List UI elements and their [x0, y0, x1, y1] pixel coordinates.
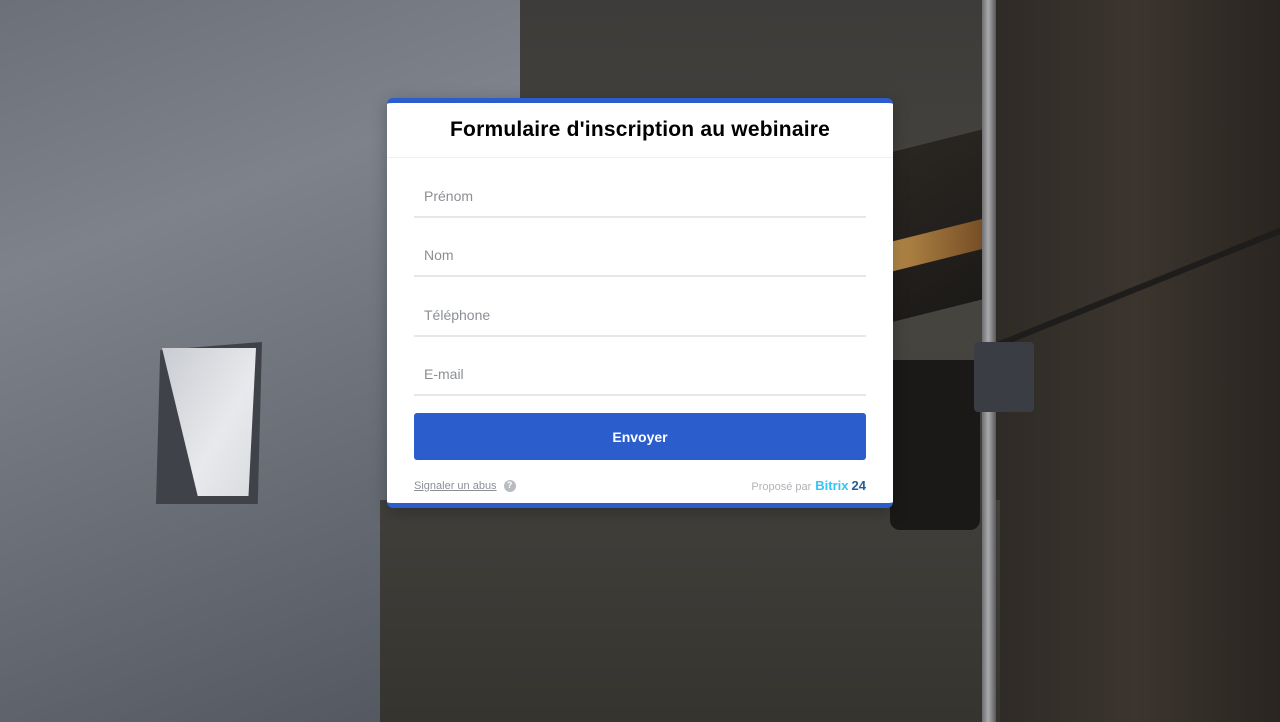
question-mark-icon[interactable]: ?: [503, 479, 516, 492]
bitrix24-logo[interactable]: Bitrix 24: [815, 478, 866, 493]
background-clamp: [974, 342, 1034, 412]
powered-by-label: Proposé par: [751, 481, 812, 493]
report-abuse: Signaler un abus ?: [414, 479, 516, 492]
registration-form-card: Formulaire d'inscription au webinaire En…: [387, 98, 893, 508]
brand-number: 24: [851, 478, 866, 493]
phone-input[interactable]: [414, 277, 866, 335]
form-header: Formulaire d'inscription au webinaire: [387, 103, 893, 158]
last-name-field: [414, 217, 866, 277]
email-field: [414, 336, 866, 396]
first-name-field: [414, 158, 866, 218]
background-slab: [380, 500, 1000, 722]
last-name-input[interactable]: [414, 217, 866, 275]
form-footer: Signaler un abus ? Proposé par Bitrix 24: [387, 478, 893, 493]
powered-by: Proposé par Bitrix 24: [751, 478, 866, 493]
phone-field: [414, 277, 866, 337]
brand-name: Bitrix: [815, 478, 849, 493]
first-name-input[interactable]: [414, 158, 866, 216]
email-input[interactable]: [414, 336, 866, 394]
form-title: Formulaire d'inscription au webinaire: [450, 118, 830, 141]
background-lamp-body: [890, 360, 980, 530]
report-abuse-link[interactable]: Signaler un abus: [414, 480, 497, 492]
form-body: Envoyer: [387, 158, 893, 460]
submit-button[interactable]: Envoyer: [414, 413, 866, 460]
